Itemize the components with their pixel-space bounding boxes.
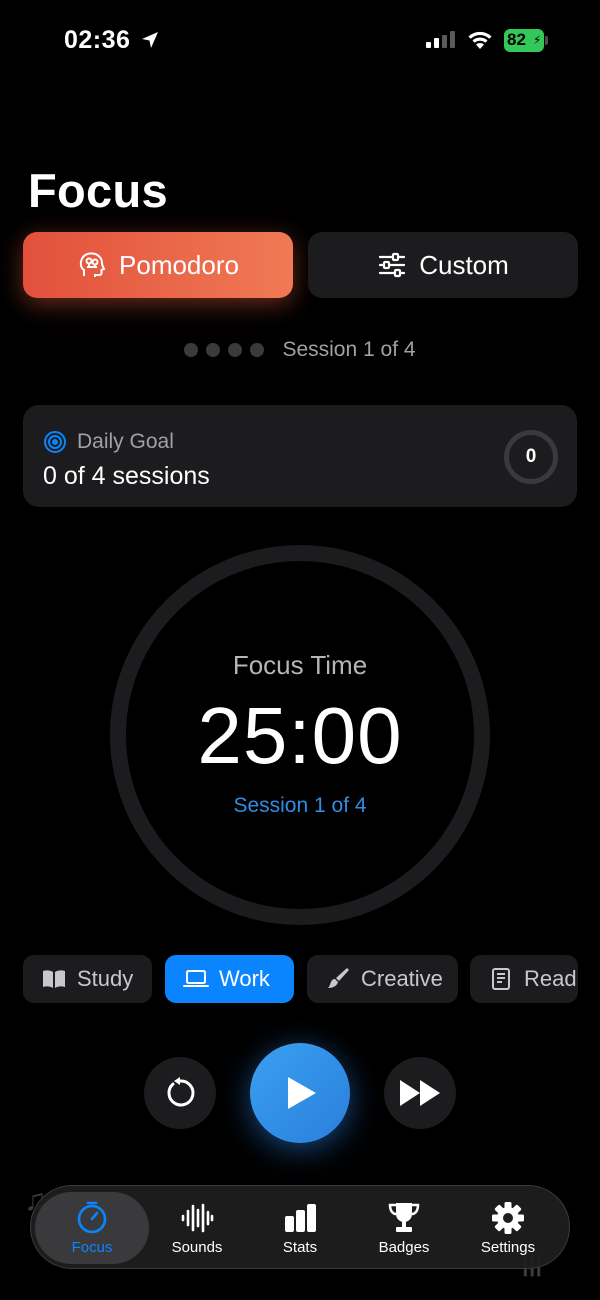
tab-bar: Focus Sounds Stats Badges Settings [30, 1185, 570, 1269]
category-work[interactable]: Work [165, 955, 294, 1003]
pomodoro-mode-button[interactable]: Pomodoro [23, 232, 293, 298]
status-time: 02:36 [64, 26, 131, 54]
tab-focus[interactable]: Focus [35, 1192, 149, 1264]
brain-head-icon [79, 252, 106, 277]
battery-level: 82 [507, 30, 526, 49]
sliders-icon [379, 252, 406, 278]
battery-indicator: 82 ⚡ [504, 29, 548, 52]
laptop-icon [183, 970, 209, 987]
cellular-signal-icon [426, 31, 455, 48]
target-icon [44, 431, 66, 453]
tab-label: Stats [282, 1238, 318, 1256]
tab-stats[interactable]: Stats [246, 1192, 354, 1264]
tab-label: Sounds [171, 1238, 223, 1256]
session-progress-text: Session 1 of 4 [282, 338, 416, 361]
tab-sounds[interactable]: Sounds [143, 1192, 251, 1264]
session-dot [184, 343, 199, 357]
session-dot [228, 343, 243, 357]
pomodoro-label: Pomodoro [119, 249, 239, 280]
custom-mode-button[interactable]: Custom [308, 232, 578, 298]
category-creative[interactable]: Creative [307, 955, 458, 1003]
category-label: Readin [524, 966, 578, 991]
category-study[interactable]: Study [23, 955, 152, 1003]
custom-label: Custom [419, 249, 509, 280]
tab-badges[interactable]: Badges [350, 1192, 458, 1264]
skip-forward-button[interactable] [384, 1057, 456, 1129]
tab-settings[interactable]: Settings [454, 1192, 562, 1264]
tab-label: Badges [378, 1238, 430, 1256]
skip-forward-icon [400, 1080, 440, 1106]
daily-goal-value: 0 of 4 sessions [43, 462, 210, 490]
tab-label: Focus [71, 1238, 113, 1256]
page-title: Focus [28, 164, 168, 217]
timer-label: Focus Time [232, 650, 368, 680]
play-icon [288, 1077, 316, 1109]
status-bar: 02:36 82 ⚡ [0, 0, 600, 84]
reset-button[interactable] [144, 1057, 216, 1129]
trophy-icon [388, 1202, 420, 1232]
session-progress: Session 1 of 4 [0, 338, 600, 362]
book-icon [43, 970, 65, 988]
session-dot [206, 343, 221, 357]
timer-value: 25:00 [197, 691, 403, 780]
location-arrow-icon [142, 32, 158, 48]
bar-chart-icon [285, 1203, 316, 1232]
category-label: Work [219, 966, 270, 991]
gear-icon [492, 1201, 524, 1234]
session-dot [250, 343, 265, 357]
waveform-icon [181, 1203, 214, 1232]
tab-label: Settings [480, 1238, 536, 1256]
daily-goal-label: Daily Goal [77, 430, 174, 453]
reset-icon [167, 1077, 195, 1107]
timer-session: Session 1 of 4 [233, 794, 367, 817]
session-dots [184, 343, 265, 357]
daily-goal-card[interactable]: Daily Goal 0 of 4 sessions 0 [23, 405, 577, 507]
timer-icon [77, 1201, 107, 1233]
play-button[interactable] [250, 1043, 350, 1143]
charging-bolt-icon: ⚡ [533, 33, 542, 47]
reading-book-icon [492, 968, 510, 990]
category-label: Creative [361, 966, 443, 991]
category-label: Study [77, 966, 134, 991]
goal-count: 0 [525, 446, 537, 467]
paintbrush-icon [328, 968, 349, 988]
wifi-icon [468, 31, 492, 49]
category-reading[interactable]: Readin [470, 955, 578, 1003]
